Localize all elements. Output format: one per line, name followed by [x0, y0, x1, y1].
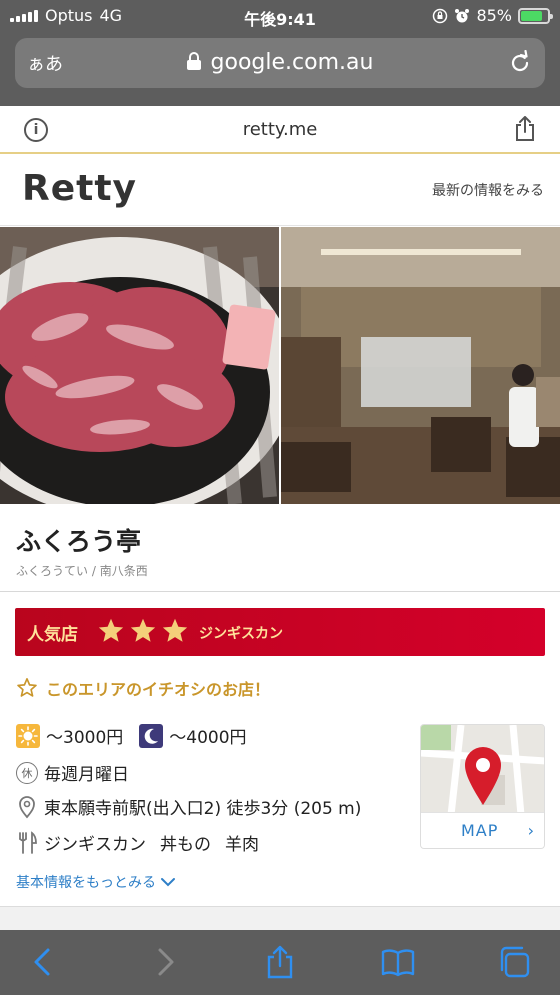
lock-icon — [186, 52, 201, 70]
star-icon — [162, 618, 188, 642]
access-text: 東本願寺前駅(出入口2) 徒歩3分 (205 m) — [44, 799, 362, 819]
lunch-sun-icon — [16, 723, 40, 748]
restaurant-title-block: ふくろう亭 ふくろうてい / 南八条西 — [0, 504, 560, 592]
dinner-moon-icon — [139, 723, 164, 748]
holiday-row: 休 毎週月曜日 — [16, 760, 129, 785]
map-thumbnail — [421, 725, 544, 816]
fork-knife-icon — [19, 830, 37, 854]
genre-row: ジンギスカン 丼もの 羊肉 — [16, 830, 267, 855]
dinner-price: 〜4000円 — [169, 728, 247, 748]
orientation-lock-icon — [433, 8, 448, 23]
genre-item[interactable]: 丼もの — [160, 830, 211, 855]
star-icon — [98, 618, 124, 642]
star-icon — [130, 618, 156, 642]
back-icon[interactable] — [26, 944, 62, 980]
photo-lamb-meat[interactable] — [0, 227, 279, 504]
restaurant-subtitle: ふくろうてい / 南八条西 — [16, 562, 148, 579]
browser-address-bar: ぁあ google.com.au — [0, 32, 560, 106]
location-pin-icon — [19, 795, 35, 818]
site-info-bar: i retty.me — [0, 106, 560, 154]
battery-icon — [518, 7, 553, 24]
retty-header: Retty 最新の情報をみる — [0, 156, 560, 226]
lunch-price: 〜3000円 — [46, 728, 124, 748]
banner-genre: ジンギスカン — [199, 626, 283, 642]
map-footer: MAP › — [421, 812, 544, 848]
star-rating — [97, 617, 189, 645]
genre-item[interactable]: ジンギスカン — [44, 830, 146, 855]
more-info-link[interactable]: 基本情報をもっとみる — [16, 872, 176, 892]
restaurant-name: ふくろう亭 — [16, 527, 142, 556]
photo-restaurant-interior[interactable] — [281, 227, 560, 504]
holiday-icon: 休 — [16, 761, 38, 784]
battery-percent: 85% — [476, 6, 512, 25]
popular-label: 人気店 — [27, 625, 78, 645]
browser-toolbar — [0, 930, 560, 995]
section-divider — [0, 906, 560, 930]
access-row: 東本願寺前駅(出入口2) 徒歩3分 (205 m) — [16, 794, 361, 819]
site-domain: retty.me — [242, 119, 318, 140]
reload-icon[interactable] — [507, 50, 533, 76]
share-icon[interactable] — [514, 116, 536, 142]
url-domain: google.com.au — [210, 50, 374, 75]
subtitle-separator: / — [91, 564, 96, 578]
chevron-down-icon — [161, 878, 175, 887]
restaurant-reading: ふくろうてい — [16, 564, 89, 578]
area-pick-note: このエリアのイチオシのお店！ — [16, 676, 270, 700]
price-row: 〜3000円 〜4000円 — [16, 723, 247, 748]
latest-info-link[interactable]: 最新の情報をみる — [432, 180, 544, 200]
map-card[interactable]: MAP › — [420, 724, 545, 849]
url-field[interactable]: ぁあ google.com.au — [15, 38, 545, 88]
area-pick-text: このエリアのイチオシのお店！ — [46, 680, 271, 699]
forward-icon[interactable] — [146, 944, 182, 980]
holiday-text: 毎週月曜日 — [44, 765, 129, 785]
more-info-label: 基本情報をもっとみる — [16, 875, 156, 891]
restaurant-area: 南八条西 — [99, 564, 148, 578]
status-bar: Optus 4G 午後9:41 85% — [0, 0, 560, 32]
alarm-icon — [455, 8, 470, 22]
share-icon[interactable] — [262, 944, 298, 980]
retty-logo[interactable]: Retty — [22, 168, 137, 209]
popular-banner: 人気店 ジンギスカン — [15, 608, 545, 656]
map-label: MAP — [461, 821, 499, 840]
bookmarks-icon[interactable] — [380, 944, 416, 980]
star-outline-icon — [17, 678, 37, 697]
genre-item[interactable]: 羊肉 — [225, 830, 259, 855]
chevron-right-icon: › — [527, 821, 534, 840]
tabs-icon[interactable] — [496, 944, 532, 980]
photo-gallery — [0, 227, 560, 504]
